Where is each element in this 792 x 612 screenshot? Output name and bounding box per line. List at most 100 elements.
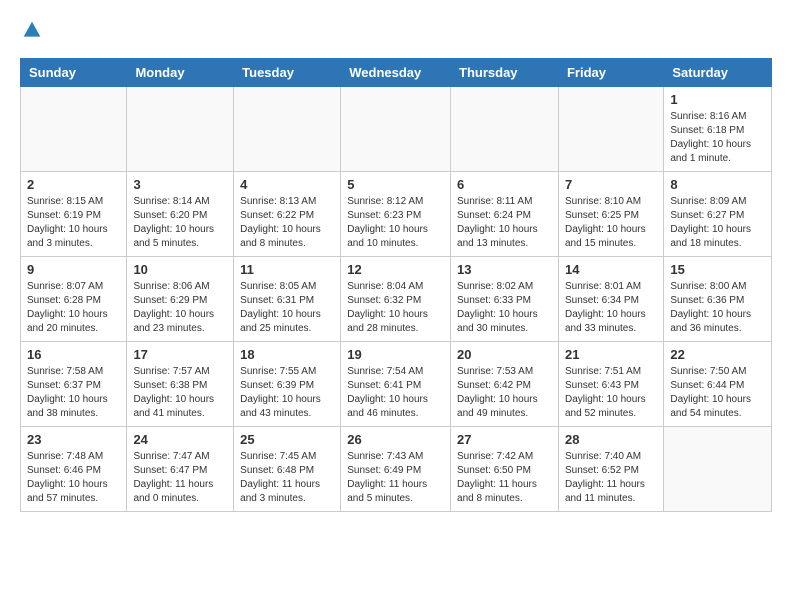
- calendar-cell: 25 Sunrise: 7:45 AM Sunset: 6:48 PM Dayli…: [234, 427, 341, 512]
- day-info: Sunrise: 8:10 AM Sunset: 6:25 PM Dayligh…: [565, 195, 657, 251]
- calendar-cell: [558, 87, 663, 172]
- day-number: 9: [27, 262, 120, 277]
- day-info: Sunrise: 8:13 AM Sunset: 6:22 PM Dayligh…: [240, 195, 334, 251]
- calendar-header-row: SundayMondayTuesdayWednesdayThursdayFrid…: [21, 59, 772, 87]
- calendar-cell: [664, 427, 772, 512]
- calendar-week-4: 23 Sunrise: 7:48 AM Sunset: 6:46 PM Dayli…: [21, 427, 772, 512]
- day-info: Sunrise: 8:09 AM Sunset: 6:27 PM Dayligh…: [670, 195, 765, 251]
- calendar-cell: 14 Sunrise: 8:01 AM Sunset: 6:34 PM Dayli…: [558, 257, 663, 342]
- day-number: 15: [670, 262, 765, 277]
- logo: [20, 20, 42, 40]
- calendar-cell: 8 Sunrise: 8:09 AM Sunset: 6:27 PM Daylig…: [664, 172, 772, 257]
- day-info: Sunrise: 8:11 AM Sunset: 6:24 PM Dayligh…: [457, 195, 552, 251]
- day-info: Sunrise: 8:16 AM Sunset: 6:18 PM Dayligh…: [670, 110, 765, 166]
- day-info: Sunrise: 8:04 AM Sunset: 6:32 PM Dayligh…: [347, 280, 444, 336]
- day-number: 6: [457, 177, 552, 192]
- day-number: 22: [670, 347, 765, 362]
- day-number: 25: [240, 432, 334, 447]
- day-info: Sunrise: 7:48 AM Sunset: 6:46 PM Dayligh…: [27, 450, 120, 506]
- calendar-cell: 18 Sunrise: 7:55 AM Sunset: 6:39 PM Dayli…: [234, 342, 341, 427]
- day-number: 26: [347, 432, 444, 447]
- day-info: Sunrise: 7:50 AM Sunset: 6:44 PM Dayligh…: [670, 365, 765, 421]
- calendar-cell: [21, 87, 127, 172]
- day-number: 16: [27, 347, 120, 362]
- header-saturday: Saturday: [664, 59, 772, 87]
- day-number: 10: [133, 262, 227, 277]
- header-thursday: Thursday: [451, 59, 559, 87]
- day-number: 14: [565, 262, 657, 277]
- day-info: Sunrise: 8:01 AM Sunset: 6:34 PM Dayligh…: [565, 280, 657, 336]
- calendar-cell: 27 Sunrise: 7:42 AM Sunset: 6:50 PM Dayli…: [451, 427, 559, 512]
- calendar-week-1: 2 Sunrise: 8:15 AM Sunset: 6:19 PM Daylig…: [21, 172, 772, 257]
- day-number: 17: [133, 347, 227, 362]
- calendar-cell: 22 Sunrise: 7:50 AM Sunset: 6:44 PM Dayli…: [664, 342, 772, 427]
- day-info: Sunrise: 8:14 AM Sunset: 6:20 PM Dayligh…: [133, 195, 227, 251]
- day-number: 8: [670, 177, 765, 192]
- calendar-cell: [127, 87, 234, 172]
- day-info: Sunrise: 7:55 AM Sunset: 6:39 PM Dayligh…: [240, 365, 334, 421]
- header-wednesday: Wednesday: [341, 59, 451, 87]
- day-info: Sunrise: 7:54 AM Sunset: 6:41 PM Dayligh…: [347, 365, 444, 421]
- day-number: 3: [133, 177, 227, 192]
- calendar-cell: 9 Sunrise: 8:07 AM Sunset: 6:28 PM Daylig…: [21, 257, 127, 342]
- day-info: Sunrise: 7:42 AM Sunset: 6:50 PM Dayligh…: [457, 450, 552, 506]
- day-number: 4: [240, 177, 334, 192]
- calendar-cell: 19Sunrise: 7:54 AM Sunset: 6:41 PM Dayli…: [341, 342, 451, 427]
- day-info: Sunrise: 7:58 AM Sunset: 6:37 PM Dayligh…: [27, 365, 120, 421]
- day-number: 27: [457, 432, 552, 447]
- day-info: Sunrise: 8:07 AM Sunset: 6:28 PM Dayligh…: [27, 280, 120, 336]
- day-info: Sunrise: 8:06 AM Sunset: 6:29 PM Dayligh…: [133, 280, 227, 336]
- calendar-cell: 17 Sunrise: 7:57 AM Sunset: 6:38 PM Dayli…: [127, 342, 234, 427]
- day-info: Sunrise: 8:00 AM Sunset: 6:36 PM Dayligh…: [670, 280, 765, 336]
- calendar-week-0: 1 Sunrise: 8:16 AM Sunset: 6:18 PM Daylig…: [21, 87, 772, 172]
- calendar-cell: 12 Sunrise: 8:04 AM Sunset: 6:32 PM Dayli…: [341, 257, 451, 342]
- calendar-cell: [234, 87, 341, 172]
- day-number: 20: [457, 347, 552, 362]
- header-friday: Friday: [558, 59, 663, 87]
- day-info: Sunrise: 8:05 AM Sunset: 6:31 PM Dayligh…: [240, 280, 334, 336]
- day-number: 7: [565, 177, 657, 192]
- calendar-cell: 23 Sunrise: 7:48 AM Sunset: 6:46 PM Dayli…: [21, 427, 127, 512]
- calendar-cell: 24Sunrise: 7:47 AM Sunset: 6:47 PM Dayli…: [127, 427, 234, 512]
- day-info: Sunrise: 7:40 AM Sunset: 6:52 PM Dayligh…: [565, 450, 657, 506]
- calendar-cell: 15 Sunrise: 8:00 AM Sunset: 6:36 PM Dayli…: [664, 257, 772, 342]
- day-info: Sunrise: 8:12 AM Sunset: 6:23 PM Dayligh…: [347, 195, 444, 251]
- calendar-cell: [341, 87, 451, 172]
- calendar-cell: 2 Sunrise: 8:15 AM Sunset: 6:19 PM Daylig…: [21, 172, 127, 257]
- day-info: Sunrise: 7:45 AM Sunset: 6:48 PM Dayligh…: [240, 450, 334, 506]
- header-sunday: Sunday: [21, 59, 127, 87]
- logo-text: [20, 20, 42, 40]
- calendar-cell: 1 Sunrise: 8:16 AM Sunset: 6:18 PM Daylig…: [664, 87, 772, 172]
- day-info: Sunrise: 8:15 AM Sunset: 6:19 PM Dayligh…: [27, 195, 120, 251]
- calendar-week-2: 9 Sunrise: 8:07 AM Sunset: 6:28 PM Daylig…: [21, 257, 772, 342]
- day-info: Sunrise: 7:43 AM Sunset: 6:49 PM Dayligh…: [347, 450, 444, 506]
- header-monday: Monday: [127, 59, 234, 87]
- calendar-cell: 11 Sunrise: 8:05 AM Sunset: 6:31 PM Dayli…: [234, 257, 341, 342]
- calendar-cell: 26 Sunrise: 7:43 AM Sunset: 6:49 PM Dayli…: [341, 427, 451, 512]
- calendar-cell: 28Sunrise: 7:40 AM Sunset: 6:52 PM Dayli…: [558, 427, 663, 512]
- day-number: 2: [27, 177, 120, 192]
- calendar-week-3: 16 Sunrise: 7:58 AM Sunset: 6:37 PM Dayli…: [21, 342, 772, 427]
- day-info: Sunrise: 8:02 AM Sunset: 6:33 PM Dayligh…: [457, 280, 552, 336]
- calendar-cell: 21 Sunrise: 7:51 AM Sunset: 6:43 PM Dayli…: [558, 342, 663, 427]
- calendar-cell: 13 Sunrise: 8:02 AM Sunset: 6:33 PM Dayli…: [451, 257, 559, 342]
- calendar-cell: 4 Sunrise: 8:13 AM Sunset: 6:22 PM Daylig…: [234, 172, 341, 257]
- day-number: 21: [565, 347, 657, 362]
- day-number: 11: [240, 262, 334, 277]
- day-info: Sunrise: 7:53 AM Sunset: 6:42 PM Dayligh…: [457, 365, 552, 421]
- calendar-cell: 16 Sunrise: 7:58 AM Sunset: 6:37 PM Dayli…: [21, 342, 127, 427]
- calendar-cell: 20 Sunrise: 7:53 AM Sunset: 6:42 PM Dayli…: [451, 342, 559, 427]
- day-number: 24: [133, 432, 227, 447]
- day-number: 5: [347, 177, 444, 192]
- day-number: 23: [27, 432, 120, 447]
- day-info: Sunrise: 7:57 AM Sunset: 6:38 PM Dayligh…: [133, 365, 227, 421]
- calendar-cell: 6 Sunrise: 8:11 AM Sunset: 6:24 PM Daylig…: [451, 172, 559, 257]
- calendar-cell: 3 Sunrise: 8:14 AM Sunset: 6:20 PM Daylig…: [127, 172, 234, 257]
- day-info: Sunrise: 7:51 AM Sunset: 6:43 PM Dayligh…: [565, 365, 657, 421]
- header-tuesday: Tuesday: [234, 59, 341, 87]
- day-number: 18: [240, 347, 334, 362]
- day-number: 1: [670, 92, 765, 107]
- day-number: 13: [457, 262, 552, 277]
- calendar-cell: 7 Sunrise: 8:10 AM Sunset: 6:25 PM Daylig…: [558, 172, 663, 257]
- day-number: 12: [347, 262, 444, 277]
